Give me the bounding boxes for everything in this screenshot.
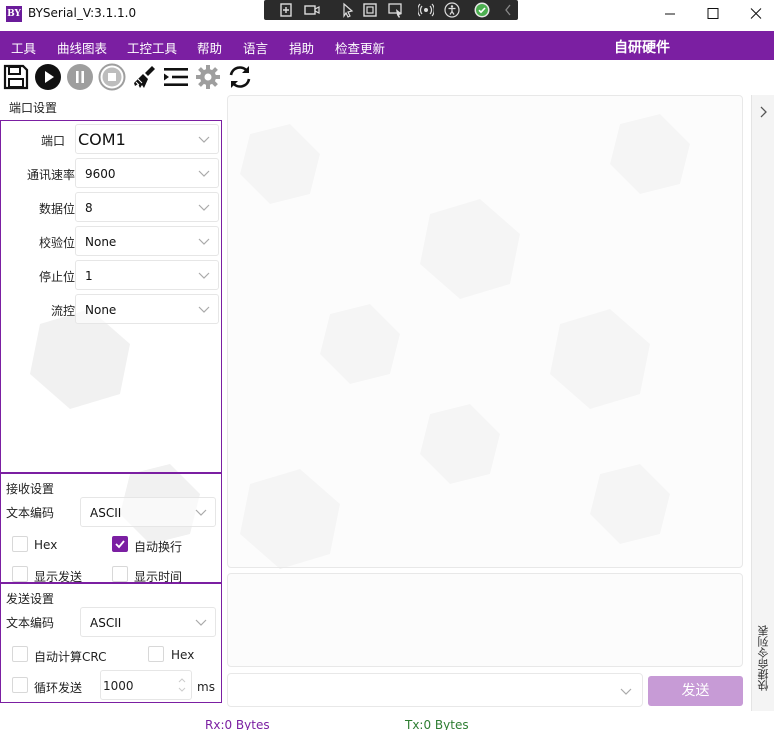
baud-select[interactable]: 9600 — [75, 158, 219, 188]
send-encoding-label: 文本编码 — [6, 616, 55, 630]
brand-label: 自研硬件 — [614, 40, 670, 56]
broom-icon[interactable] — [130, 63, 158, 91]
menu-tools[interactable]: 工具 — [11, 38, 36, 57]
menu-help[interactable]: 帮助 — [197, 38, 222, 57]
chevron-down-icon — [198, 306, 210, 313]
loop-send-checkbox[interactable] — [12, 677, 28, 693]
camera-icon[interactable] — [304, 2, 320, 18]
accessibility-icon[interactable] — [444, 2, 460, 18]
baud-value: 9600 — [85, 167, 116, 181]
port-value: COM1 — [78, 130, 126, 149]
minimize-button[interactable] — [652, 0, 688, 28]
quick-commands-label: 快捷命令列表 — [757, 625, 770, 691]
parity-label: 校验位 — [38, 236, 75, 250]
gear-icon[interactable] — [194, 63, 222, 91]
frame-select-icon[interactable] — [362, 2, 378, 18]
autowrap-label: 自动换行 — [134, 540, 183, 554]
show-time-checkbox[interactable] — [112, 566, 128, 582]
port-settings-title: 端口设置 — [9, 101, 58, 115]
chevron-down-icon — [195, 509, 207, 516]
autowrap-checkbox[interactable] — [112, 536, 128, 552]
chevron-right-icon[interactable] — [758, 105, 768, 119]
stop-icon[interactable] — [98, 63, 126, 91]
send-hex-checkbox[interactable] — [148, 646, 164, 662]
databits-select[interactable]: 8 — [75, 192, 219, 222]
auto-crc-checkbox[interactable] — [12, 646, 28, 662]
recv-hex-checkbox[interactable] — [12, 536, 28, 552]
floating-system-toolbar — [264, 0, 518, 20]
recv-encoding-select[interactable]: ASCII — [80, 497, 216, 527]
menu-check-update[interactable]: 检查更新 — [335, 38, 385, 57]
send-settings-panel: 发送设置 文本编码 ASCII 自动计算CRC Hex 循环发送 1000 ms — [0, 583, 222, 703]
recv-hex-label: Hex — [34, 538, 58, 552]
databits-label: 数据位 — [38, 202, 75, 216]
menu-donate[interactable]: 捐助 — [289, 38, 314, 57]
title-bar: BY BYSerial_V:3.1.1.0 — [0, 0, 774, 28]
cursor-icon[interactable] — [340, 2, 356, 18]
menu-industrial-tools[interactable]: 工控工具 — [127, 38, 177, 57]
flow-label: 流控 — [50, 304, 75, 318]
tx-counter: Tx:0 Bytes — [405, 718, 469, 730]
pointer-window-icon[interactable] — [388, 2, 404, 18]
chevron-down-icon — [198, 204, 210, 211]
port-settings-panel: 端口 COM1 通讯速率 9600 数据位 8 校验位 None 停止位 1 流… — [0, 120, 222, 473]
chevron-down-icon — [198, 238, 210, 245]
parity-value: None — [85, 235, 117, 249]
loop-interval-input[interactable]: 1000 — [100, 670, 192, 700]
menu-charts[interactable]: 曲线图表 — [57, 38, 107, 57]
show-send-checkbox[interactable] — [12, 566, 28, 582]
stopbits-value: 1 — [85, 269, 93, 283]
send-text-area[interactable] — [227, 573, 743, 667]
port-label: 端口 — [40, 134, 65, 148]
recv-settings-title: 接收设置 — [6, 482, 55, 496]
loop-interval-value: 1000 — [103, 679, 134, 693]
close-button[interactable] — [738, 0, 774, 28]
databits-value: 8 — [85, 201, 93, 215]
parity-select[interactable]: None — [75, 226, 219, 256]
flow-value: None — [85, 303, 117, 317]
baud-label: 通讯速率 — [26, 168, 75, 182]
send-encoding-value: ASCII — [90, 616, 122, 630]
toolbar — [0, 60, 774, 94]
chevron-down-icon — [195, 619, 207, 626]
pause-icon[interactable] — [66, 63, 94, 91]
send-button[interactable]: 发送 — [648, 676, 743, 706]
interval-unit: ms — [197, 680, 215, 694]
spinner-arrows-icon[interactable] — [177, 675, 187, 695]
quick-commands-panel[interactable]: 快捷命令列表 — [751, 95, 774, 711]
send-hex-label: Hex — [171, 648, 195, 662]
stopbits-select[interactable]: 1 — [75, 260, 219, 290]
window-title: BYSerial_V:3.1.1.0 — [28, 6, 137, 20]
chevron-down-icon — [198, 272, 210, 279]
play-icon[interactable] — [34, 63, 62, 91]
rx-counter: Rx:0 Bytes — [205, 718, 270, 730]
save-icon[interactable] — [2, 63, 30, 91]
broadcast-icon[interactable] — [418, 2, 434, 18]
loop-send-label: 循环发送 — [34, 681, 83, 695]
recv-encoding-value: ASCII — [90, 506, 122, 520]
send-encoding-select[interactable]: ASCII — [80, 607, 216, 637]
add-window-icon[interactable] — [278, 2, 294, 18]
send-settings-title: 发送设置 — [6, 592, 55, 606]
maximize-button[interactable] — [695, 0, 731, 28]
chevron-left-icon[interactable] — [500, 2, 516, 18]
receive-text-area[interactable] — [227, 95, 743, 568]
menu-bar: 工具 曲线图表 工控工具 帮助 语言 捐助 检查更新 自研硬件 — [0, 31, 774, 60]
refresh-icon[interactable] — [226, 63, 254, 91]
chevron-down-icon — [198, 170, 210, 177]
chevron-down-icon — [620, 688, 632, 695]
check-icon — [115, 540, 125, 549]
app-logo: BY — [6, 6, 22, 22]
auto-crc-label: 自动计算CRC — [34, 650, 107, 664]
recv-encoding-label: 文本编码 — [6, 506, 55, 520]
flow-select[interactable]: None — [75, 294, 219, 324]
stopbits-label: 停止位 — [38, 270, 75, 284]
list-indent-icon[interactable] — [162, 63, 190, 91]
port-select[interactable]: COM1 — [75, 124, 219, 154]
send-history-select[interactable] — [227, 673, 643, 707]
recv-settings-panel: 接收设置 文本编码 ASCII Hex 自动换行 显示发送 显示时间 — [0, 473, 222, 584]
chevron-down-icon — [198, 136, 210, 143]
menu-language[interactable]: 语言 — [243, 38, 268, 57]
check-circle-icon[interactable] — [474, 2, 490, 18]
